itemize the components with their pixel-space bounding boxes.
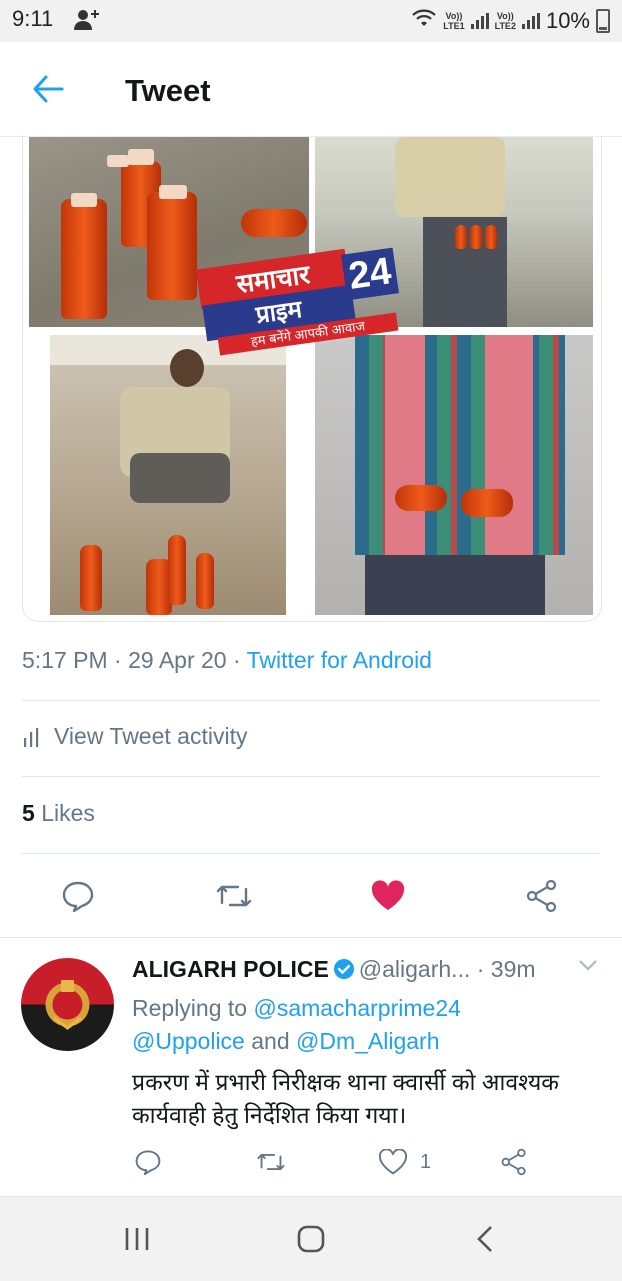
back-button[interactable] (461, 1219, 509, 1259)
tweet-source-link[interactable]: Twitter for Android (247, 647, 432, 673)
heart-outline-icon (378, 1149, 408, 1175)
chevron-down-icon[interactable] (578, 958, 598, 977)
verified-badge-icon (333, 958, 355, 986)
activity-label: View Tweet activity (54, 723, 248, 749)
app-header: Tweet (0, 42, 622, 137)
replying-to: Replying to @samacharprime24 @Uppolice a… (132, 995, 461, 1054)
battery-icon (596, 9, 610, 33)
reply-button[interactable] (54, 872, 102, 920)
home-button[interactable] (287, 1219, 335, 1259)
share-icon (501, 1148, 526, 1176)
back-arrow-icon[interactable] (32, 74, 64, 109)
mention-link[interactable]: @Uppolice (132, 1028, 245, 1054)
battery-percent: 10% (545, 8, 590, 33)
reply-like-button[interactable]: 1 (378, 1146, 431, 1178)
page-title: Tweet (125, 73, 211, 108)
likes-number: 5 (22, 800, 35, 826)
likes-count[interactable]: 5 Likes (22, 800, 95, 827)
reply-time: · 39m (476, 956, 536, 982)
news-watermark-logo: समाचार 24 प्राइम हम बनेंगे आपकी आवाज (195, 247, 399, 356)
lte2-indicator: Vo)) LTE2 (494, 11, 516, 31)
recent-apps-icon (125, 1228, 149, 1250)
activity-icon (24, 727, 39, 747)
view-tweet-activity-button[interactable]: View Tweet activity (22, 723, 247, 750)
like-button[interactable] (364, 872, 412, 920)
signal2-icon (521, 13, 540, 29)
home-icon (297, 1225, 325, 1253)
tweet-timestamp: 5:17 PM · 29 Apr 20 · Twitter for Androi… (22, 647, 432, 673)
retweet-icon (257, 1153, 285, 1171)
author-handle: @aligarh... (358, 956, 471, 982)
share-button[interactable] (518, 872, 566, 920)
author-name[interactable]: ALIGARH POLICE (132, 956, 329, 982)
share-icon (526, 879, 557, 913)
status-time: 9:11 (12, 6, 54, 31)
mention-link[interactable]: @samacharprime24 (253, 995, 460, 1021)
retweet-icon (216, 885, 252, 907)
retweet-button[interactable] (210, 872, 258, 920)
back-chevron-icon (477, 1226, 492, 1252)
reply-icon (62, 881, 94, 912)
reply-retweet-button[interactable] (256, 1146, 286, 1178)
reply-body-text: प्रकरण में प्रभारी निरीक्षक थाना क्वार्स… (132, 1069, 559, 1128)
signal1-icon (470, 13, 489, 29)
reply-header: ALIGARH POLICE @aligarh... · 39m (132, 956, 536, 986)
avatar[interactable] (21, 958, 114, 1051)
status-bar: 9:11 Vo)) LTE1 Vo)) LTE2 10% (0, 0, 622, 42)
system-nav-bar (0, 1196, 622, 1281)
divider (22, 853, 600, 854)
divider (0, 937, 622, 938)
divider (22, 776, 600, 777)
reply-share-button[interactable] (500, 1146, 528, 1178)
photo-man-holding-bottles[interactable] (315, 335, 593, 615)
lte1-indicator: Vo)) LTE1 (443, 11, 465, 31)
tweet-actions (0, 872, 622, 920)
recent-apps-button[interactable] (113, 1219, 161, 1259)
likes-label: Likes (41, 800, 95, 826)
tweet-media[interactable]: समाचार 24 प्राइम हम बनेंगे आपकी आवाज (22, 137, 602, 622)
reply-like-count: 1 (420, 1150, 432, 1173)
reply-icon (135, 1150, 161, 1175)
divider (22, 700, 600, 701)
reply-actions: 1 (0, 1146, 622, 1178)
photo-man-crouching[interactable] (50, 335, 286, 615)
wifi-icon (411, 8, 437, 34)
person-add-icon (74, 8, 100, 37)
mention-link[interactable]: @Dm_Aligarh (296, 1028, 440, 1054)
heart-filled-icon (371, 880, 405, 910)
police-emblem-icon (45, 980, 90, 1030)
reply-reply-button[interactable] (134, 1146, 162, 1178)
